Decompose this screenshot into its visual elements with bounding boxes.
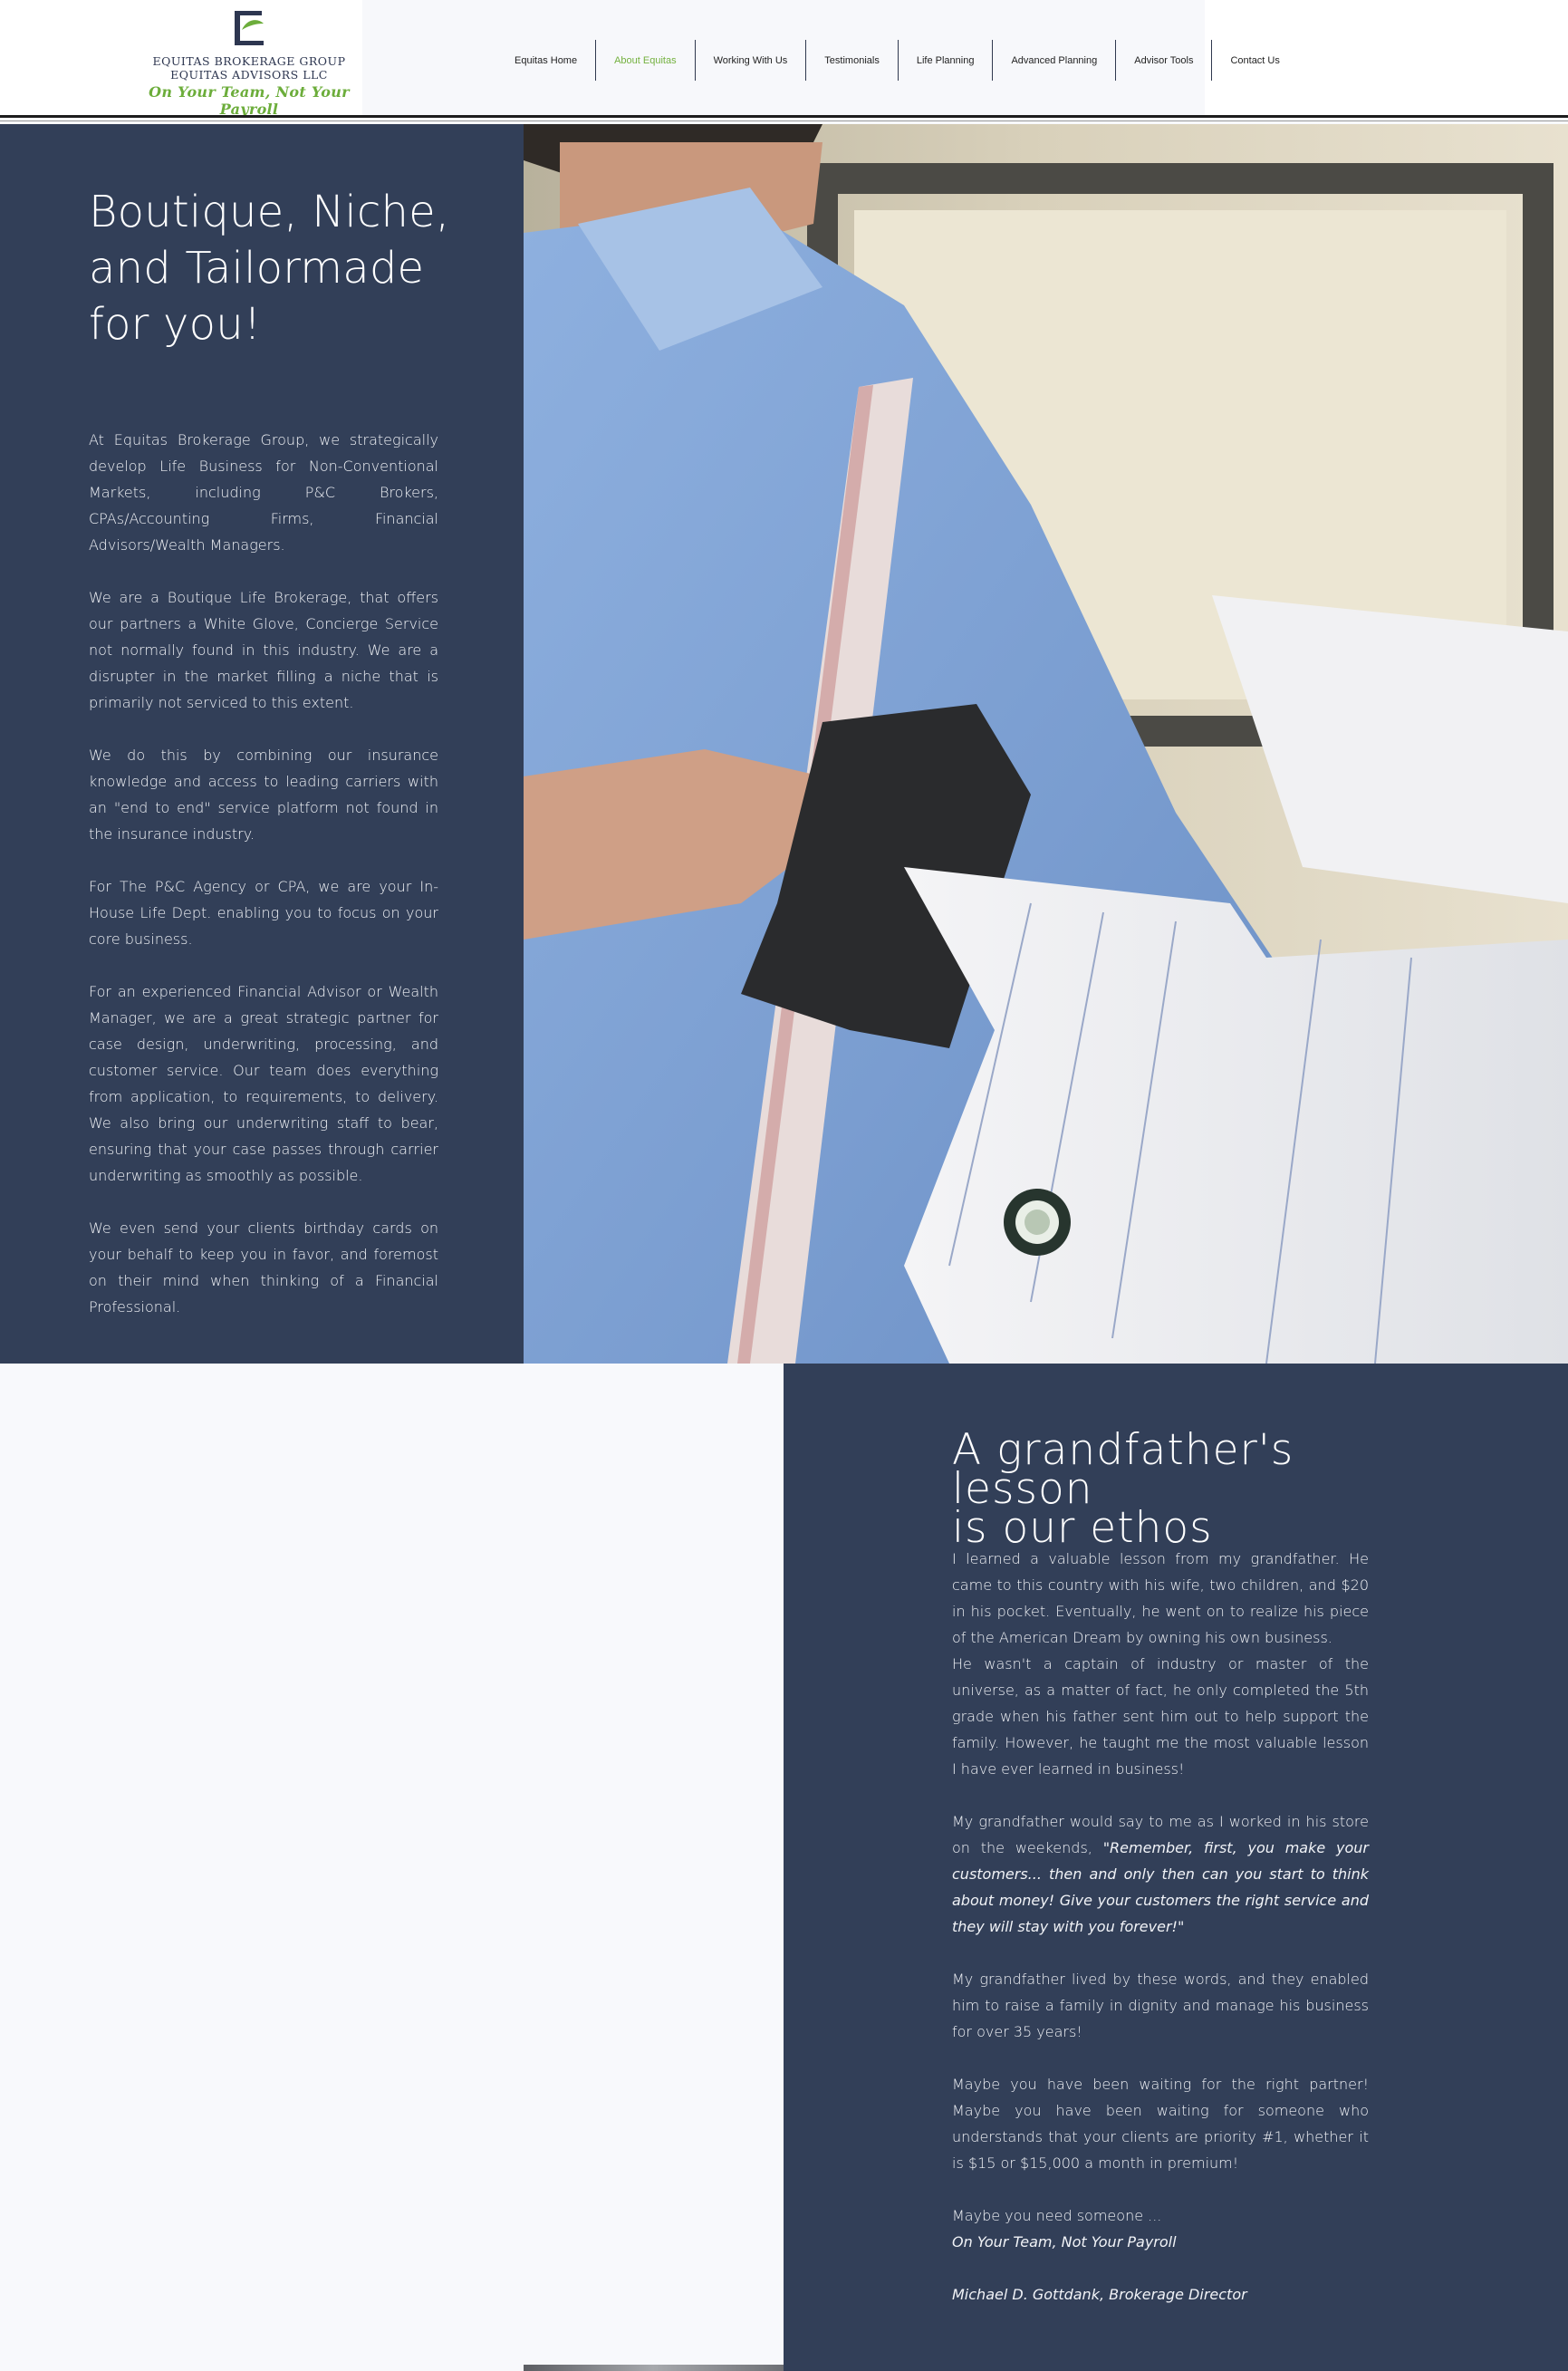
hero-photo-tailor <box>524 124 1568 1364</box>
logo-e-mark-icon <box>235 11 264 45</box>
logo-company-name: EQUITAS BROKERAGE GROUP <box>152 54 346 68</box>
intro-paragraph: For The P&C Agency or CPA, we are your I… <box>89 878 438 948</box>
next-section-image-edge <box>524 2365 784 2371</box>
nav-equitas-home[interactable]: Equitas Home <box>496 40 595 81</box>
intro-title: Boutique, Niche, and Tailormade for you! <box>89 187 450 350</box>
ethos-body: I learned a valuable lesson from my gran… <box>952 1546 1369 2334</box>
nav-about-equitas[interactable]: About Equitas <box>596 40 695 81</box>
nav-testimonials[interactable]: Testimonials <box>806 40 898 81</box>
nav-advanced-planning[interactable]: Advanced Planning <box>993 40 1115 81</box>
intro-paragraph: We do this by combining our insurance kn… <box>89 747 438 843</box>
intro-body: At Equitas Brokerage Group, we strategic… <box>89 427 438 1346</box>
ethos-paragraph-quote: My grandfather would say to me as I work… <box>952 1808 1369 1940</box>
nav-advisor-tools[interactable]: Advisor Tools <box>1116 40 1211 81</box>
ethos-signature: Michael D. Gottdank, Brokerage Director <box>952 2286 1247 2303</box>
logo-company-subname: EQUITAS ADVISORS LLC <box>170 68 328 82</box>
logo-tagline: On Your Team, Not Your Payroll <box>149 83 350 118</box>
ethos-paragraph: My grandfather lived by these words, and… <box>952 1971 1369 2040</box>
hero-photo-illustration <box>524 124 1568 1364</box>
header-divider-line <box>0 115 1568 118</box>
ethos-closing-line: Maybe you need someone ... <box>952 2207 1162 2224</box>
ethos-paragraph: He wasn't a captain of industry or maste… <box>952 1655 1369 1778</box>
intro-paragraph: At Equitas Brokerage Group, we strategic… <box>89 431 438 554</box>
intro-paragraph: For an experienced Financial Advisor or … <box>89 983 438 1184</box>
ethos-tagline: On Your Team, Not Your Payroll <box>952 2233 1177 2251</box>
header-divider-line-thin <box>0 120 1568 121</box>
nav-contact-us[interactable]: Contact Us <box>1212 40 1297 81</box>
ethos-title: A grandfather's lesson is our ethos <box>952 1425 1294 1553</box>
intro-panel: Boutique, Niche, and Tailormade for you!… <box>0 124 524 1364</box>
main-nav: Equitas Home About Equitas Working With … <box>496 40 1298 81</box>
ethos-paragraph: Maybe you have been waiting for the righ… <box>952 2076 1369 2172</box>
ethos-blank-panel <box>0 1364 784 2371</box>
ethos-panel: A grandfather's lesson is our ethos I le… <box>784 1364 1568 2371</box>
nav-life-planning[interactable]: Life Planning <box>899 40 993 81</box>
site-header: EQUITAS BROKERAGE GROUP EQUITAS ADVISORS… <box>0 0 1568 121</box>
intro-paragraph: We are a Boutique Life Brokerage, that o… <box>89 589 438 711</box>
intro-paragraph: We even send your clients birthday cards… <box>89 1219 438 1316</box>
ethos-paragraph: I learned a valuable lesson from my gran… <box>952 1550 1369 1646</box>
site-logo[interactable]: EQUITAS BROKERAGE GROUP EQUITAS ADVISORS… <box>131 7 367 118</box>
nav-working-with-us[interactable]: Working With Us <box>696 40 806 81</box>
